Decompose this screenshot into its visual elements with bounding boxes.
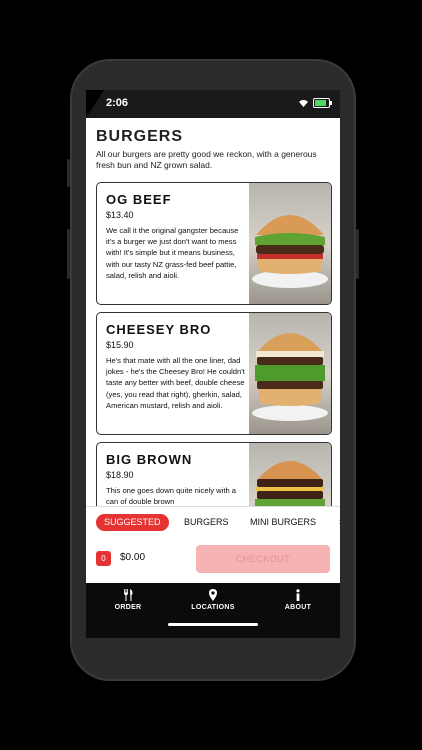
burger-image xyxy=(249,443,331,506)
cart-total: $0.00 xyxy=(120,552,146,563)
app-screen: 2:06 BURGERS All our burgers are pretty … xyxy=(86,90,340,638)
burger-image xyxy=(249,313,331,434)
nav-about-label: ABOUT xyxy=(284,604,312,611)
status-icons xyxy=(298,98,332,108)
volume-down-button xyxy=(67,229,70,279)
burger-image xyxy=(249,183,331,304)
status-time: 2:06 xyxy=(106,97,129,109)
item-description: We call it the original gangster because… xyxy=(106,226,239,280)
power-button xyxy=(356,229,359,279)
info-icon xyxy=(296,589,300,601)
burger-illustration xyxy=(252,215,328,288)
burger-illustration xyxy=(252,333,328,421)
status-bar-cutout xyxy=(86,90,104,118)
item-price: $13.40 xyxy=(106,210,134,220)
burger-illustration xyxy=(255,461,325,506)
item-price: $15.90 xyxy=(106,340,134,350)
battery-icon xyxy=(313,98,332,108)
home-indicator[interactable] xyxy=(168,623,258,626)
item-description: This one goes down quite nicely with a c… xyxy=(106,486,237,506)
volume-up-button xyxy=(67,159,70,187)
item-price: $18.90 xyxy=(106,470,134,480)
nav-locations-label: LOCATIONS xyxy=(191,604,235,611)
menu-item-card[interactable]: OG BEEF $13.40 We call it the original g… xyxy=(96,182,332,305)
tab-mini-burgers[interactable]: MINI BURGERS xyxy=(242,514,324,531)
item-name: CHEESEY BRO xyxy=(106,322,212,337)
tab-burgers[interactable]: BURGERS xyxy=(176,514,237,531)
nav-order-label: ORDER xyxy=(114,604,142,611)
nav-order[interactable]: ORDER xyxy=(86,589,170,611)
cart-bar: 0 $0.00 CHECKOUT xyxy=(86,537,340,583)
category-tabs[interactable]: SUGGESTED BURGERS MINI BURGERS S xyxy=(86,506,340,538)
item-description: He's that mate with all the one liner, d… xyxy=(106,356,245,410)
cart-count-badge: 0 xyxy=(96,551,111,566)
page-title: BURGERS xyxy=(96,128,184,145)
menu-item-card[interactable]: CHEESEY BRO $15.90 He's that mate with a… xyxy=(96,312,332,435)
status-bar: 2:06 xyxy=(86,90,340,118)
wifi-icon xyxy=(299,99,308,107)
cutlery-icon xyxy=(124,589,133,601)
nav-locations[interactable]: LOCATIONS xyxy=(171,589,255,611)
tab-partial[interactable]: S xyxy=(331,514,340,531)
item-name: OG BEEF xyxy=(106,192,172,207)
menu-item-card[interactable]: BIG BROWN $18.90 This one goes down quit… xyxy=(96,442,332,506)
menu-list[interactable]: BURGERS All our burgers are pretty good … xyxy=(86,118,340,506)
tab-suggested[interactable]: SUGGESTED xyxy=(96,514,169,531)
checkout-button[interactable]: CHECKOUT xyxy=(196,545,330,573)
item-name: BIG BROWN xyxy=(106,452,193,467)
bottom-nav: ORDER LOCATIONS ABOUT xyxy=(86,583,340,638)
location-pin-icon xyxy=(209,589,217,601)
nav-about[interactable]: ABOUT xyxy=(256,589,340,611)
page-description: All our burgers are pretty good we recko… xyxy=(96,149,317,170)
